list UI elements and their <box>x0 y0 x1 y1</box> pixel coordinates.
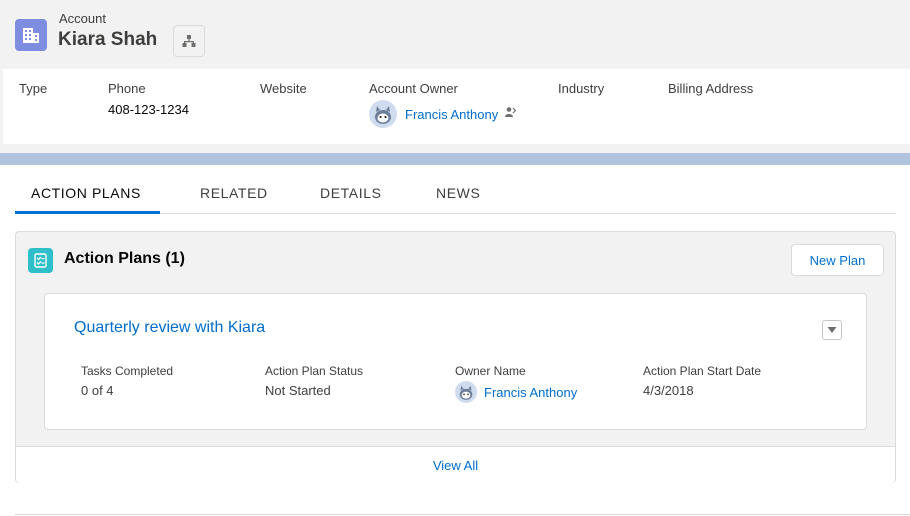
record-name: Kiara Shah <box>58 29 158 50</box>
view-all-link[interactable]: View All <box>433 458 478 473</box>
field-industry: Industry <box>558 81 605 96</box>
hierarchy-icon <box>182 35 196 47</box>
tab-bar: ACTION PLANS RELATED DETAILS NEWS <box>15 165 896 214</box>
action-plan-tile: Quarterly review with Kiara Tasks Comple… <box>44 293 867 430</box>
field-action-plan-start-date: Action Plan Start Date 4/3/2018 <box>643 364 762 398</box>
card-footer: View All <box>16 446 895 483</box>
tab-action-plans[interactable]: ACTION PLANS <box>31 185 141 201</box>
card-title: Action Plans (1) <box>64 250 185 267</box>
account-owner-link[interactable]: Francis Anthony <box>405 107 498 122</box>
header-band <box>0 153 910 165</box>
field-tasks-completed: Tasks Completed 0 of 4 <box>81 364 174 398</box>
field-action-plan-status: Action Plan Status Not Started <box>265 364 364 398</box>
tab-related[interactable]: RELATED <box>200 185 268 201</box>
action-plan-title-link[interactable]: Quarterly review with Kiara <box>74 319 265 337</box>
field-type: Type <box>19 81 48 96</box>
highlights-panel: Type Phone 408-123-1234 Website Account … <box>3 69 910 144</box>
field-phone: Phone 408-123-1234 <box>108 81 189 117</box>
action-plan-icon <box>28 248 53 273</box>
account-building-icon <box>15 19 47 51</box>
field-account-owner: Account Owner Francis Anthony <box>369 81 517 128</box>
change-owner-icon[interactable] <box>504 105 517 123</box>
phone-value: 408-123-1234 <box>108 102 189 117</box>
tab-details[interactable]: DETAILS <box>320 185 382 201</box>
action-plans-card: Action Plans (1) New Plan Quarterly revi… <box>15 231 896 483</box>
plan-owner-link[interactable]: Francis Anthony <box>484 385 577 400</box>
record-header: Account Kiara Shah Type Phone 408-123-12… <box>0 0 910 153</box>
field-website: Website <box>260 81 307 96</box>
view-hierarchy-button[interactable] <box>173 25 205 57</box>
new-plan-button[interactable]: New Plan <box>791 244 884 276</box>
plan-owner-avatar <box>455 381 477 403</box>
field-owner-name: Owner Name Francis Anthony <box>455 364 577 403</box>
row-actions-button[interactable] <box>822 320 842 340</box>
tab-news[interactable]: NEWS <box>436 185 480 201</box>
field-billing-address: Billing Address <box>668 81 754 96</box>
object-label: Account <box>59 11 106 26</box>
active-tab-indicator <box>15 211 160 214</box>
divider <box>15 514 910 515</box>
chevron-down-icon <box>827 327 837 333</box>
owner-avatar <box>369 100 397 128</box>
